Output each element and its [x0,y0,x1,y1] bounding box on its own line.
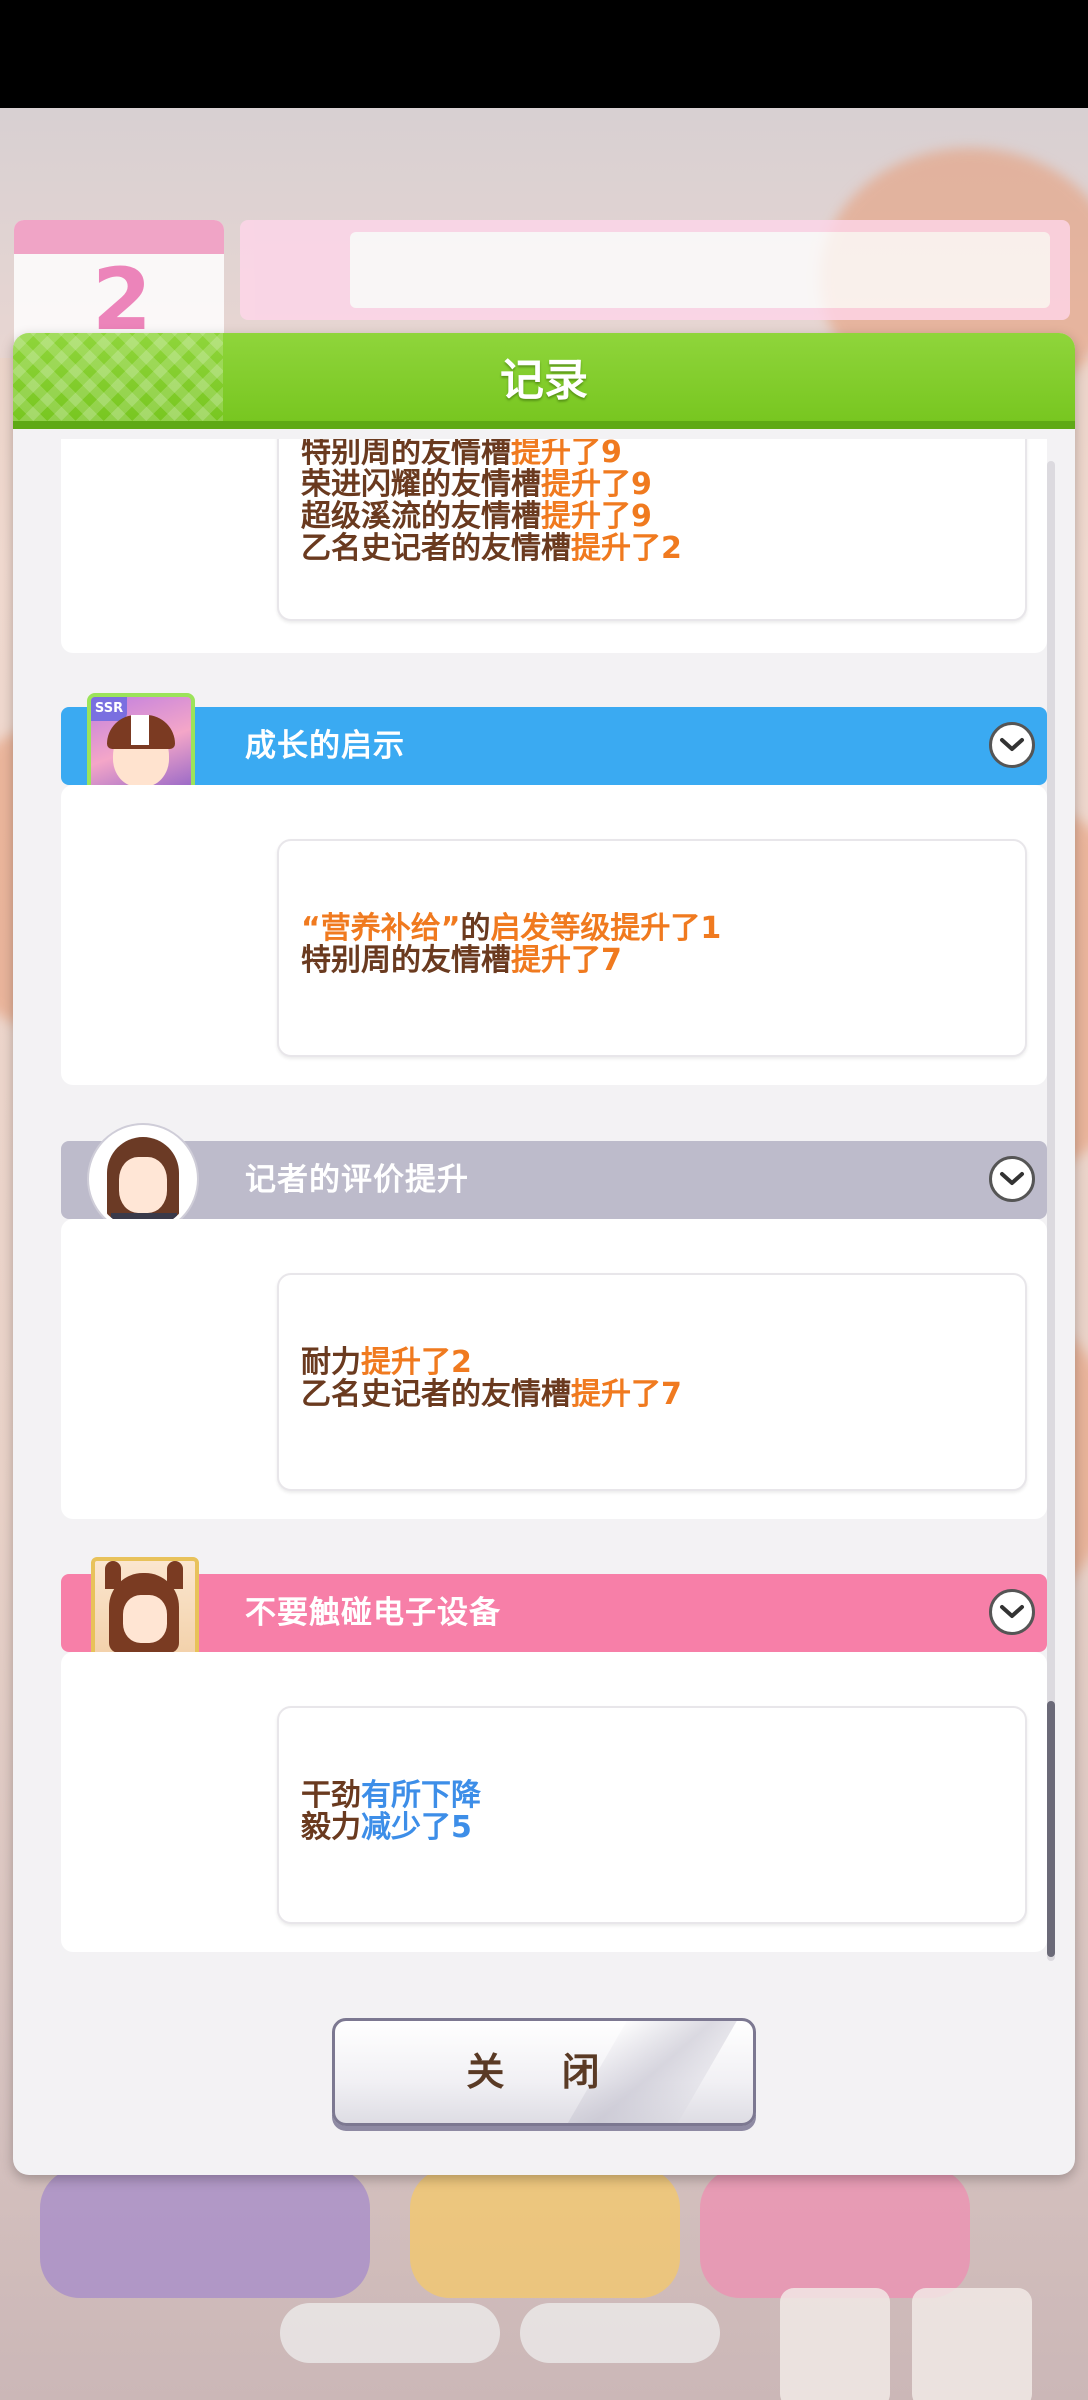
record-text: 提升了7 [511,943,622,978]
record-line: “营养补给”的启发等级提升了1 [301,913,721,945]
dialog-title: 记录 [500,355,588,406]
goal-banner [240,220,1070,320]
character-avatar [91,1557,199,1665]
record-text: 乙名史记者的友情槽 [301,531,571,566]
record-line: 耐力提升了2 [301,1347,682,1379]
record-text: 荣进闪耀的友情槽 [301,467,541,502]
status-bar-area [0,0,1088,108]
event-title: 记者的评价提升 [245,1162,469,1198]
record-text: 提升了2 [571,531,682,566]
record-detail-box: 耐力提升了2 乙名史记者的友情槽提升了7 [277,1273,1027,1491]
record-text: 提升了9 [541,467,652,502]
event-bar-background [61,707,1047,785]
dialog-header: 记录 [13,333,1075,429]
event-title: 成长的启示 [245,728,405,764]
scrollbar-thumb[interactable] [1047,1701,1055,1957]
record-card: 特别周的友情槽提升了9 荣进闪耀的友情槽提升了9 超级溪流的友情槽提升了9 乙名史记者… [61,439,1047,653]
record-text: 减少了5 [361,1810,472,1845]
record-text: 有所下降 [361,1778,481,1813]
record-list[interactable]: 特别周的友情槽提升了9 荣进闪耀的友情槽提升了9 超级溪流的友情槽提升了9 乙名史记者… [37,439,1053,1973]
record-detail-box: 特别周的友情槽提升了9 荣进闪耀的友情槽提升了9 超级溪流的友情槽提升了9 乙名史记者… [277,439,1027,621]
record-line: 毅力减少了5 [301,1812,481,1844]
event-bar-background [61,1141,1047,1219]
record-text: 提升了9 [511,439,622,470]
record-line: 荣进闪耀的友情槽提升了9 [301,469,682,501]
event-bar-background [61,1574,1047,1652]
record-detail-box: “营养补给”的启发等级提升了1 特别周的友情槽提升了7 [277,839,1027,1057]
record-line: 特别周的友情槽提升了7 [301,945,721,977]
record-text: 干劲 [301,1778,361,1813]
record-text: 提升了2 [361,1345,472,1380]
record-text: 特别周的友情槽 [301,439,511,470]
record-line: 乙名史记者的友情槽提升了2 [301,533,682,565]
chevron-down-icon[interactable] [989,1156,1035,1202]
close-button-label: 关 闭 [466,2050,622,2094]
record-text: 超级溪流的友情槽 [301,499,541,534]
event-bar-no-electronics[interactable]: 不要触碰电子设备 [61,1574,1047,1652]
record-card: 干劲有所下降 毅力减少了5 [61,1652,1047,1952]
record-text: 特别周的友情槽 [301,943,511,978]
record-line: 乙名史记者的友情槽提升了7 [301,1379,682,1411]
record-line: 干劲有所下降 [301,1780,481,1812]
event-title: 不要触碰电子设备 [245,1595,501,1631]
chevron-down-icon[interactable] [989,722,1035,768]
record-detail-box: 干劲有所下降 毅力减少了5 [277,1706,1027,1924]
record-dialog: 记录 特别周的友情槽提升了9 荣进闪耀的友情槽提升了9 超级溪流的友情槽提升了9 乙名… [13,333,1075,2175]
record-text: 提升了9 [541,499,652,534]
record-text: 提升了7 [571,1377,682,1412]
record-line: 超级溪流的友情槽提升了9 [301,501,682,533]
reporter-avatar [89,1125,197,1233]
record-text: “营养补给” [301,911,461,946]
record-text: 耐力 [301,1345,361,1380]
record-text: 的 [460,911,491,946]
close-button[interactable]: 关 闭 [332,2018,756,2126]
calendar-widget: 2 [14,220,224,350]
event-bar-growth-hint[interactable]: 成长的启示 [61,707,1047,785]
record-text: 毅力 [301,1810,361,1845]
record-card: “营养补给”的启发等级提升了1 特别周的友情槽提升了7 [61,785,1047,1085]
chevron-down-icon[interactable] [989,1589,1035,1635]
record-line: 特别周的友情槽提升了9 [301,439,682,469]
record-card: 耐力提升了2 乙名史记者的友情槽提升了7 [61,1219,1047,1519]
record-text: 启发等级提升了1 [490,911,722,946]
record-text: 乙名史记者的友情槽 [301,1377,571,1412]
event-bar-reporter-rating[interactable]: 记者的评价提升 [61,1141,1047,1219]
